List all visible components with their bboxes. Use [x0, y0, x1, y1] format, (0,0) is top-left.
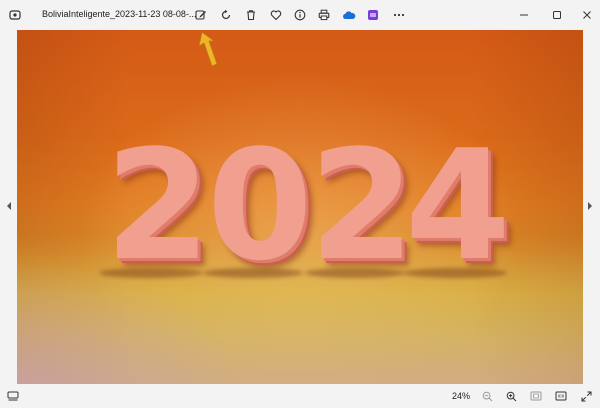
edit-icon[interactable] [190, 4, 212, 26]
rotate-icon[interactable] [215, 4, 237, 26]
photo-canvas[interactable]: 2 0 2 4 [17, 30, 583, 384]
year-digit: 4 [405, 117, 511, 294]
clipchamp-icon[interactable] [362, 4, 384, 26]
print-icon[interactable] [313, 4, 335, 26]
bottom-bar: 24% [0, 384, 600, 408]
actual-size-icon[interactable] [552, 388, 570, 404]
year-digit: 2 [105, 117, 211, 294]
fullscreen-icon[interactable] [577, 388, 595, 404]
filmstrip-icon[interactable] [4, 388, 22, 404]
info-icon[interactable] [289, 4, 311, 26]
maximize-icon[interactable] [546, 4, 568, 26]
close-icon[interactable] [576, 4, 598, 26]
onedrive-icon[interactable] [338, 4, 360, 26]
annotation-arrow-icon [198, 31, 218, 67]
favorite-icon[interactable] [265, 4, 287, 26]
previous-image-button[interactable] [4, 198, 14, 214]
zoom-level: 24% [451, 391, 470, 401]
fit-icon[interactable] [527, 388, 545, 404]
app-icon[interactable] [4, 4, 26, 26]
year-digit: 0 [207, 117, 313, 294]
zoom-in-icon[interactable] [502, 388, 520, 404]
file-name: BoliviaInteligente_2023-11-23 08-08-... [42, 9, 197, 19]
zoom-out-icon[interactable] [478, 388, 496, 404]
year-digit: 2 [309, 117, 415, 294]
delete-icon[interactable] [240, 4, 262, 26]
more-icon[interactable] [388, 4, 410, 26]
title-bar: BoliviaInteligente_2023-11-23 08-08-... [0, 0, 600, 30]
minimize-icon[interactable] [513, 4, 535, 26]
next-image-button[interactable] [585, 198, 595, 214]
